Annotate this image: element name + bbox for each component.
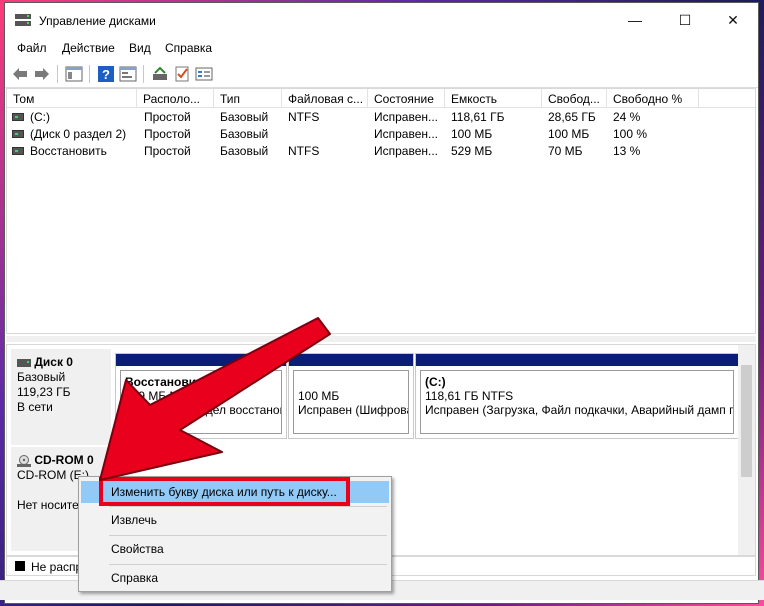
partition-bar — [116, 354, 286, 366]
unallocated-swatch — [15, 561, 25, 571]
toolbar: ? — [5, 60, 758, 88]
cell-status: Исправен... — [374, 110, 439, 124]
menu-action[interactable]: Действие — [62, 41, 115, 55]
column-header-free[interactable]: Свобод... — [542, 89, 607, 108]
partition-efi[interactable]: 100 МБ Исправен (Шифрова — [288, 353, 414, 439]
svg-text:?: ? — [102, 67, 110, 82]
volume-icon — [12, 147, 24, 155]
partition-title: (C:) — [425, 375, 446, 389]
cell-filesystem: NTFS — [288, 144, 320, 158]
partition-size: 118,61 ГБ NTFS — [425, 389, 514, 403]
disk-management-app-icon — [15, 14, 31, 26]
partition-c[interactable]: (C:) 118,61 ГБ NTFS Исправен (Загрузка, … — [415, 353, 739, 439]
cell-capacity: 100 МБ — [451, 127, 493, 141]
table-row[interactable]: (C:) Простой Базовый NTFS Исправен... 11… — [7, 109, 755, 126]
partition-status: Исправен (Загрузка, Файл подкачки, Авари… — [425, 403, 734, 417]
cdrom-0-name: CD-ROM 0 — [34, 453, 94, 467]
window-title: Управление дисками — [39, 14, 156, 28]
cell-capacity: 529 МБ — [451, 144, 493, 158]
menu-separator — [109, 535, 387, 536]
volume-icon — [12, 113, 24, 121]
toolbar-separator — [89, 65, 90, 83]
cell-status: Исправен... — [374, 127, 439, 141]
minimize-button[interactable]: — — [612, 3, 658, 37]
column-header-capacity[interactable]: Емкость — [445, 89, 542, 108]
cell-volume: (Диск 0 раздел 2) — [30, 127, 127, 141]
cell-free: 100 МБ — [548, 127, 590, 141]
cell-layout: Простой — [144, 127, 191, 141]
partition-title: Восстановить — [125, 375, 210, 389]
cell-layout: Простой — [144, 110, 191, 124]
menu-file[interactable]: Файл — [17, 41, 47, 55]
cell-free-percent: 100 % — [613, 127, 648, 141]
cell-free: 70 МБ — [548, 144, 583, 158]
cell-status: Исправен... — [374, 144, 439, 158]
partition-bar — [416, 354, 738, 366]
annotation-highlight-box — [99, 477, 350, 506]
cell-capacity: 118,61 ГБ — [451, 110, 505, 124]
menu-bar: Файл Действие Вид Справка — [5, 37, 758, 59]
cell-type: Базовый — [220, 110, 269, 124]
cell-volume: Восстановить — [30, 144, 107, 158]
cdrom-icon — [17, 454, 31, 467]
volume-list-header: Том Располо... Тип Файловая с... Состоян… — [7, 89, 755, 108]
pane-splitter[interactable] — [6, 336, 756, 342]
partition-recovery[interactable]: Восстановить 529 МБ NTFS Исправен (Разде… — [115, 353, 287, 439]
disk-view-scrollbar[interactable] — [738, 345, 755, 555]
cell-free: 28,65 ГБ — [548, 110, 596, 124]
column-header-layout[interactable]: Располо... — [137, 89, 214, 108]
menu-help[interactable]: Справка — [165, 41, 212, 55]
column-header-filesystem[interactable]: Файловая с... — [282, 89, 368, 108]
column-header-free-percent[interactable]: Свободно % — [607, 89, 699, 108]
menu-separator — [109, 564, 387, 565]
menu-item-eject[interactable]: Извлечь — [81, 509, 389, 531]
disk-0-label[interactable]: Диск 0 Базовый 119,23 ГБ В сети — [11, 349, 111, 445]
connect-icon[interactable] — [151, 65, 169, 83]
maximize-button[interactable]: ☐ — [662, 3, 708, 37]
partition-status: Исправен (Раздел восстанов — [125, 403, 282, 417]
menu-item-properties[interactable]: Свойства — [81, 538, 389, 560]
partition-size: 529 МБ NTFS — [125, 389, 201, 403]
column-header-volume[interactable]: Том — [7, 89, 137, 108]
toolbar-separator — [143, 65, 144, 83]
disk-0-size: 119,23 ГБ — [17, 385, 71, 399]
properties-icon[interactable] — [119, 65, 137, 83]
cell-layout: Простой — [144, 144, 191, 158]
column-header-status[interactable]: Состояние — [368, 89, 445, 108]
cell-free-percent: 24 % — [613, 110, 641, 124]
partition-size: 100 МБ — [298, 389, 340, 403]
cell-type: Базовый — [220, 127, 269, 141]
column-header-type[interactable]: Тип — [214, 89, 282, 108]
forward-icon[interactable] — [33, 65, 51, 83]
cell-filesystem: NTFS — [288, 110, 320, 124]
cell-type: Базовый — [220, 144, 269, 158]
disk-icon — [17, 358, 31, 367]
disk-0-type: Базовый — [17, 370, 66, 384]
scrollbar-thumb[interactable] — [741, 365, 752, 477]
title-bar: Управление дисками — ☐ ✕ — [5, 3, 758, 37]
help-icon[interactable]: ? — [97, 65, 115, 83]
cell-free-percent: 13 % — [613, 144, 641, 158]
cell-volume: (C:) — [30, 110, 50, 124]
menu-separator — [109, 506, 387, 507]
menu-item-help[interactable]: Справка — [81, 567, 389, 589]
menu-view[interactable]: Вид — [129, 41, 151, 55]
table-row[interactable]: Восстановить Простой Базовый NTFS Исправ… — [7, 143, 755, 160]
console-tree-icon[interactable] — [65, 65, 83, 83]
partition-status: Исправен (Шифрова — [298, 403, 409, 417]
rescan-icon[interactable] — [195, 65, 213, 83]
checklist-icon[interactable] — [173, 65, 191, 83]
close-button[interactable]: ✕ — [710, 3, 756, 37]
volume-list[interactable]: Том Располо... Тип Файловая с... Состоян… — [6, 88, 756, 334]
partition-bar — [289, 354, 413, 366]
table-row[interactable]: (Диск 0 раздел 2) Простой Базовый Исправ… — [7, 126, 755, 143]
disk-0-name: Диск 0 — [34, 355, 73, 369]
disk-0-status: В сети — [17, 400, 53, 414]
volume-icon — [12, 130, 24, 138]
back-icon[interactable] — [11, 65, 29, 83]
toolbar-separator — [57, 65, 58, 83]
